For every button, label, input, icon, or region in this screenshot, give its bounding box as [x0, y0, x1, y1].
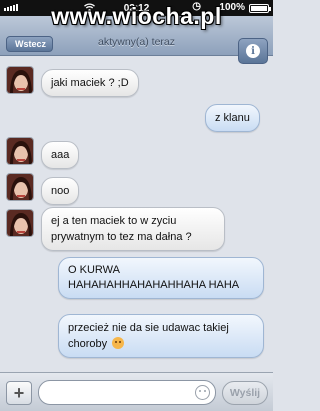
message-bubble-outgoing: O KURWA HAHAHAHHAHAHAHHAHA HAHA: [58, 257, 264, 299]
battery-icon: [249, 4, 271, 13]
message-text: przecież nie da sie udawac takiej chorob…: [68, 322, 229, 350]
signal-icon: [4, 4, 18, 11]
avatar: [6, 137, 34, 165]
message-list[interactable]: jaki maciek ? ;D z klanu aaa noo ej a te…: [0, 57, 273, 371]
avatar: [6, 209, 34, 237]
message-bubble-outgoing: z klanu: [205, 104, 260, 132]
avatar: [6, 173, 34, 201]
laughing-emoji-icon: [112, 337, 125, 349]
avatar: [6, 66, 34, 94]
alarm-icon: ◷: [192, 1, 201, 12]
status-time: 02:12: [123, 2, 150, 14]
add-attachment-button[interactable]: +: [6, 381, 32, 405]
wifi-icon: [84, 3, 95, 12]
send-button[interactable]: Wyślij: [222, 381, 268, 405]
message-bubble-incoming: ej a ten maciek to w zyciu prywatnym to …: [41, 207, 225, 251]
message-bubble-incoming: noo: [41, 177, 80, 205]
message-bubble-incoming: aaa: [41, 141, 80, 169]
message-input[interactable]: [38, 380, 216, 405]
message-bubble-incoming: jaki maciek ? ;D: [41, 69, 139, 97]
status-bar: 02:12 ◷ 100%: [0, 0, 273, 16]
contact-status: aktywny(a) teraz: [97, 36, 176, 48]
battery-percent: 100%: [219, 2, 245, 13]
message-bubble-outgoing: przecież nie da sie udawac takiej chorob…: [58, 314, 264, 358]
emoji-picker-icon[interactable]: [195, 385, 210, 400]
composer-bar: + Wyślij: [0, 372, 273, 411]
